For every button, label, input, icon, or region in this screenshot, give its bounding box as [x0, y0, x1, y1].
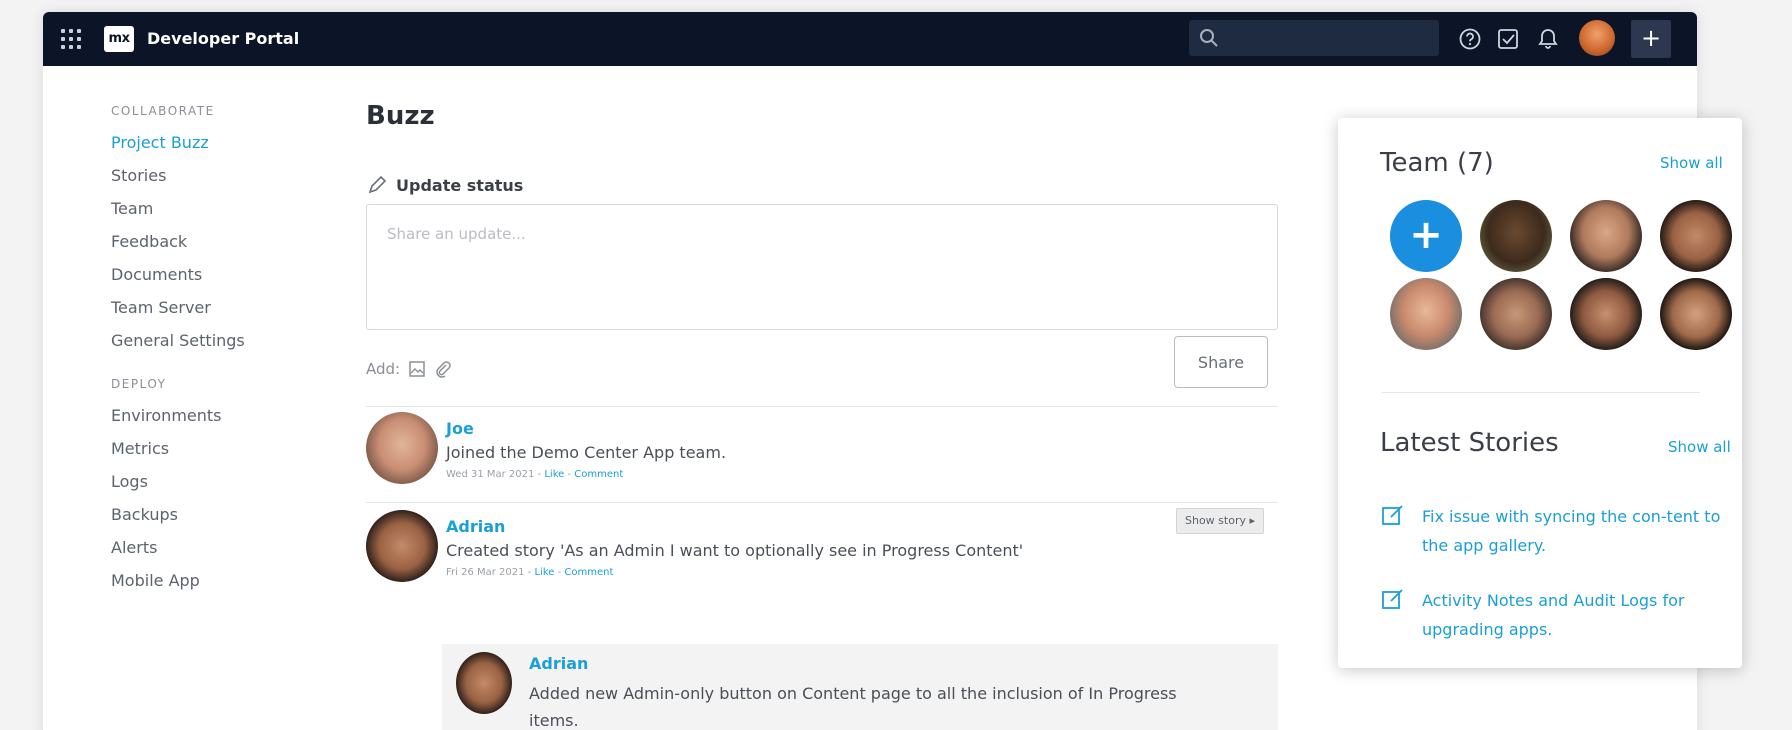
edit-story-icon: [1382, 589, 1403, 609]
status-input-box[interactable]: [366, 204, 1278, 330]
post-author[interactable]: Adrian: [529, 654, 588, 673]
avatar[interactable]: [366, 412, 438, 484]
apps-grid-icon[interactable]: [57, 26, 83, 52]
story-item[interactable]: Fix issue with syncing the con-tent to t…: [1380, 502, 1732, 560]
post-meta: Wed 31 Mar 2021 - Like - Comment: [446, 469, 624, 480]
latest-stories-show-all-link[interactable]: Show all: [1668, 438, 1731, 456]
sidebar-item-project-buzz[interactable]: Project Buzz: [111, 126, 311, 159]
sidebar-item-team-server[interactable]: Team Server: [111, 291, 311, 324]
card-divider: [1382, 392, 1700, 393]
sidebar-header-collaborate: COLLABORATE: [111, 104, 215, 118]
feed-post: Adrian Created story 'As an Admin I want…: [366, 510, 1023, 582]
sidebar-header-deploy: DEPLOY: [111, 377, 167, 391]
like-link[interactable]: Like: [534, 567, 554, 578]
team-member-avatar[interactable]: [1390, 278, 1462, 350]
latest-stories-title: Latest Stories: [1380, 428, 1559, 458]
bell-icon[interactable]: [1535, 26, 1561, 52]
sidebar-item-stories[interactable]: Stories: [111, 159, 311, 192]
post-author[interactable]: Adrian: [446, 516, 1023, 538]
update-status-header: Update status: [366, 174, 523, 196]
team-card: Team (7) Show all + Latest Stories Show …: [1338, 118, 1742, 668]
search-input[interactable]: [1227, 26, 1427, 50]
share-button[interactable]: Share: [1174, 336, 1268, 388]
sidebar-item-mobile-app[interactable]: Mobile App: [111, 564, 311, 597]
team-title: Team (7): [1380, 148, 1494, 178]
avatar[interactable]: [456, 652, 512, 714]
sidebar-item-documents[interactable]: Documents: [111, 258, 311, 291]
sidebar-item-alerts[interactable]: Alerts: [111, 531, 311, 564]
nested-story-post: Adrian Added new Admin-only button on Co…: [442, 644, 1278, 730]
checkbox-icon[interactable]: [1495, 26, 1521, 52]
sidebar-item-logs[interactable]: Logs: [111, 465, 311, 498]
post-author[interactable]: Joe: [446, 418, 726, 440]
team-show-all-link[interactable]: Show all: [1660, 154, 1723, 172]
post-text: Added new Admin-only button on Content p…: [529, 684, 1177, 730]
edit-story-icon: [1382, 505, 1403, 525]
feed-divider: [366, 502, 1278, 503]
main-content: Buzz Update status Add:: [366, 96, 1286, 730]
team-member-avatar[interactable]: [1480, 200, 1552, 272]
add-attachment-row: Add:: [366, 360, 452, 378]
comment-link[interactable]: Comment: [574, 469, 623, 480]
sidebar: COLLABORATE Project Buzz Stories Team Fe…: [111, 96, 311, 597]
show-story-button[interactable]: Show story ▸: [1176, 508, 1265, 534]
team-member-avatar[interactable]: [1570, 278, 1642, 350]
paperclip-icon[interactable]: [434, 360, 452, 378]
team-member-avatar[interactable]: [1660, 278, 1732, 350]
story-title[interactable]: Fix issue with syncing the con-tent to t…: [1422, 502, 1732, 560]
post-date: Wed 31 Mar 2021: [446, 469, 535, 480]
search-icon: [1200, 29, 1218, 47]
post-date: Fri 26 Mar 2021: [446, 567, 525, 578]
sidebar-item-general-settings[interactable]: General Settings: [111, 324, 311, 357]
page-title: Buzz: [366, 101, 435, 131]
mx-logo[interactable]: mx: [104, 26, 134, 52]
create-new-button[interactable]: +: [1631, 20, 1671, 58]
story-title[interactable]: Activity Notes and Audit Logs for upgrad…: [1422, 586, 1732, 644]
image-icon[interactable]: [408, 360, 426, 378]
sidebar-item-backups[interactable]: Backups: [111, 498, 311, 531]
search-box[interactable]: [1189, 20, 1439, 56]
user-avatar[interactable]: [1579, 20, 1615, 56]
sidebar-item-team[interactable]: Team: [111, 192, 311, 225]
post-text: Created story 'As an Admin I want to opt…: [446, 541, 1024, 560]
story-item[interactable]: Activity Notes and Audit Logs for upgrad…: [1380, 586, 1732, 644]
like-link[interactable]: Like: [544, 469, 564, 480]
sidebar-item-feedback[interactable]: Feedback: [111, 225, 311, 258]
avatar[interactable]: [366, 510, 438, 582]
pencil-icon: [368, 175, 387, 194]
update-status-label: Update status: [396, 175, 524, 195]
sidebar-item-environments[interactable]: Environments: [111, 399, 311, 432]
add-label: Add:: [366, 360, 401, 378]
team-member-avatar[interactable]: [1570, 200, 1642, 272]
comment-link[interactable]: Comment: [564, 567, 613, 578]
help-icon[interactable]: [1457, 26, 1483, 52]
add-member-button[interactable]: +: [1390, 200, 1462, 272]
sidebar-item-metrics[interactable]: Metrics: [111, 432, 311, 465]
team-member-avatar[interactable]: [1480, 278, 1552, 350]
top-navigation-bar: mx Developer Portal +: [43, 12, 1697, 66]
app-title: Developer Portal: [147, 29, 300, 48]
team-member-avatar[interactable]: [1660, 200, 1732, 272]
feed-post: Joe Joined the Demo Center App team. Wed…: [366, 412, 726, 484]
post-meta: Fri 26 Mar 2021 - Like - Comment: [446, 567, 614, 578]
feed-divider: [366, 406, 1278, 407]
post-text: Joined the Demo Center App team.: [446, 443, 727, 462]
status-textarea[interactable]: [367, 205, 1277, 329]
